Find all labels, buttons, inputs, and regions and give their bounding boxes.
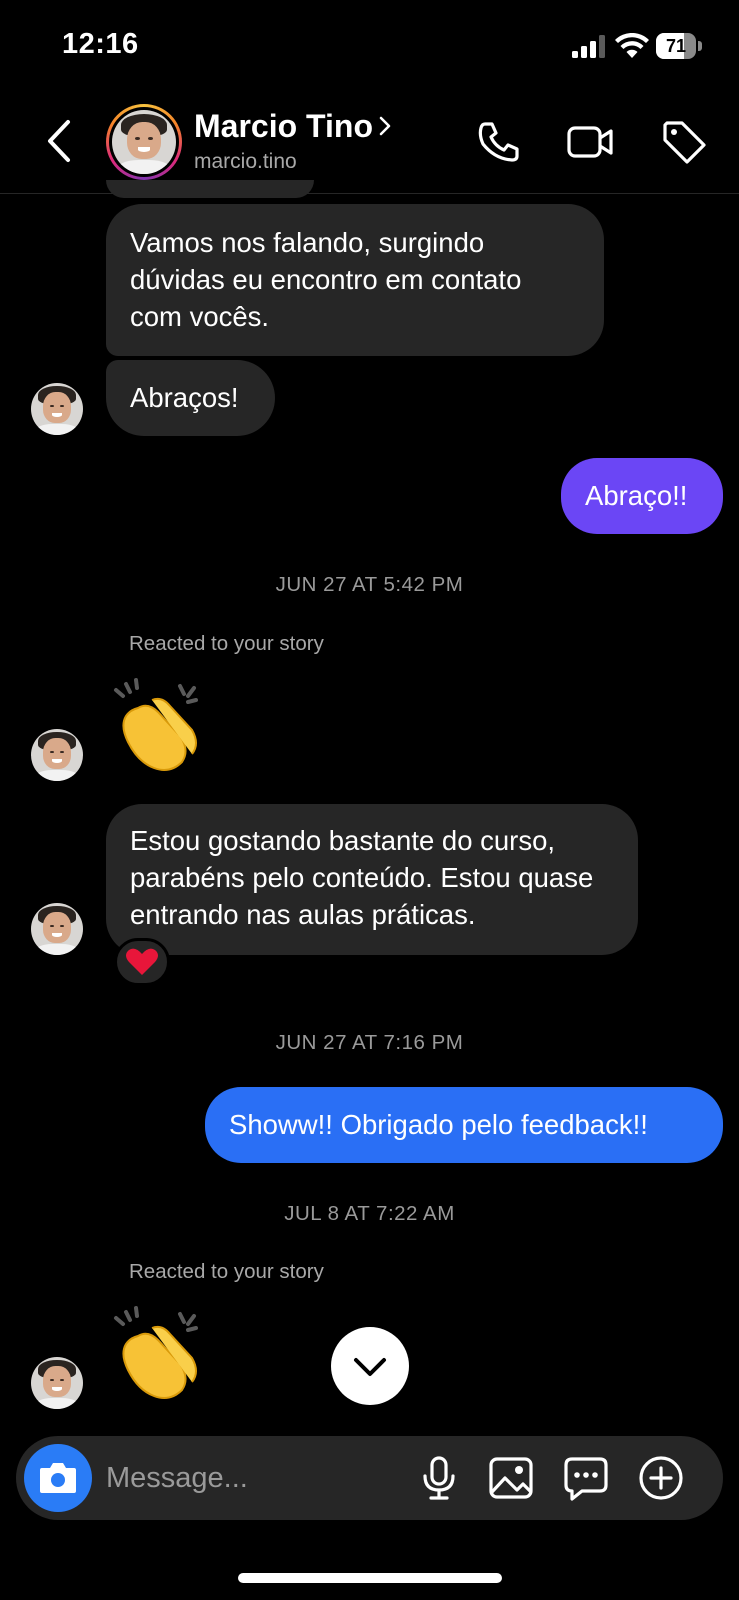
wifi-icon [615,33,649,58]
camera-icon [40,1463,76,1493]
chevron-right-icon[interactable] [376,112,394,140]
camera-button[interactable] [24,1444,92,1512]
avatar[interactable] [31,383,83,435]
message-bubble-partial [106,180,314,198]
phone-icon[interactable] [475,118,523,166]
tag-icon[interactable] [660,118,708,166]
battery-level: 71 [665,36,687,56]
status-time: 12:16 [62,28,139,60]
signal-icon [572,34,606,58]
chevron-down-icon [354,1358,386,1376]
heart-emoji [126,948,158,975]
microphone-icon[interactable] [415,1454,463,1502]
incoming-message[interactable]: Vamos nos falando, surgindo dúvidas eu e… [106,204,604,356]
contact-handle: marcio.tino [194,150,297,173]
contact-name[interactable]: Marcio Tino [194,108,373,145]
outgoing-message[interactable]: Abraço!! [561,458,723,534]
outgoing-message[interactable]: Showw!! Obrigado pelo feedback!! [205,1087,723,1163]
avatar[interactable] [31,903,83,955]
timestamp: JUN 27 AT 5:42 PM [275,573,464,596]
clapping-hands-emoji[interactable] [108,1306,208,1406]
sticker-icon[interactable] [562,1454,610,1502]
avatar[interactable] [31,729,83,781]
timestamp: JUL 8 AT 7:22 AM [284,1202,455,1225]
home-indicator[interactable] [238,1573,502,1583]
avatar[interactable] [31,1357,83,1409]
image-icon[interactable] [487,1454,535,1502]
message-composer [16,1436,723,1520]
status-bar: 12:16 71 [0,0,739,96]
incoming-message[interactable]: Estou gostando bastante do curso, parabé… [106,804,638,955]
scroll-to-bottom-button[interactable] [331,1327,409,1405]
video-icon[interactable] [566,118,614,166]
incoming-message[interactable]: Abraços! [106,360,275,436]
story-reaction-label: Reacted to your story [129,632,324,655]
battery-icon: 71 [656,33,702,59]
contact-avatar[interactable] [106,104,182,180]
heart-reaction[interactable] [114,938,170,986]
story-reaction-label: Reacted to your story [129,1260,324,1283]
back-icon[interactable] [40,116,80,166]
clapping-hands-emoji[interactable] [108,678,208,778]
plus-icon[interactable] [637,1454,685,1502]
message-input[interactable] [106,1436,406,1520]
timestamp: JUN 27 AT 7:16 PM [275,1031,464,1054]
